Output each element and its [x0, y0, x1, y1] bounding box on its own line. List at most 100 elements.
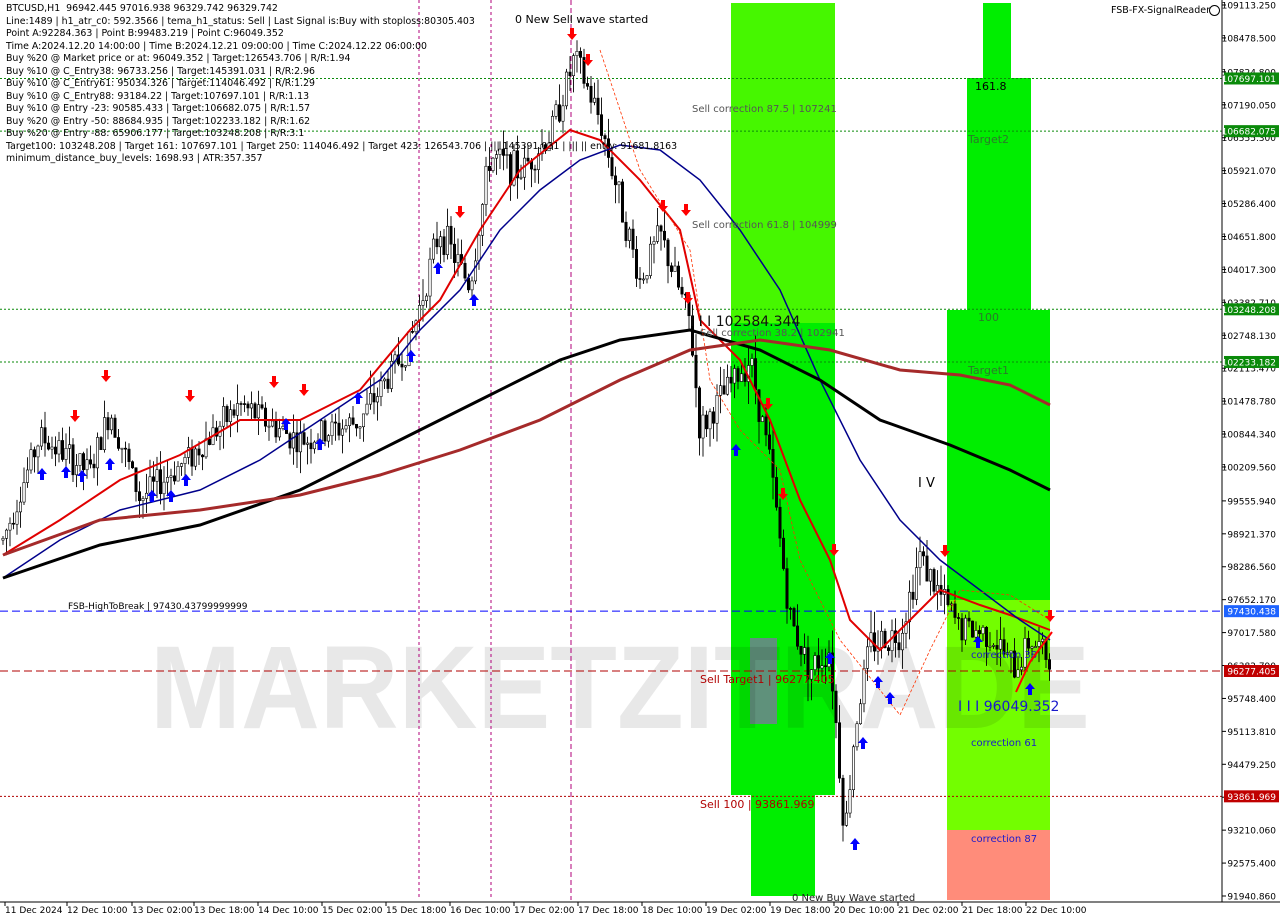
annotation-correction-38: correction 38 — [971, 650, 1037, 661]
candle-body — [253, 403, 257, 419]
candle-body — [43, 427, 47, 444]
sell-zone-upper — [731, 3, 835, 323]
candle-body — [354, 423, 358, 429]
price-tag-label: 103248.208 — [1222, 306, 1277, 316]
candle-body — [781, 537, 785, 569]
candle-body — [988, 645, 992, 648]
candle-body — [834, 690, 838, 724]
candle-body — [337, 422, 341, 436]
candle-body — [201, 454, 205, 458]
candle-body — [743, 373, 747, 382]
candle-body — [715, 395, 719, 424]
candle-body — [750, 358, 754, 366]
candle-body — [820, 665, 824, 669]
candle-body — [78, 453, 82, 466]
candle-body — [141, 498, 145, 501]
candle-body — [456, 254, 460, 263]
candle-body — [676, 265, 680, 288]
candle-body — [673, 265, 677, 272]
annotation-sell-correction-875: Sell correction 87.5 | 107241 — [692, 104, 837, 115]
candle-body — [358, 426, 362, 429]
time-tick-label: 21 Dec 02:00 — [898, 906, 959, 916]
candle-body — [662, 230, 666, 241]
candle-body — [932, 569, 936, 592]
candle-body — [194, 448, 198, 467]
candle-body — [428, 258, 432, 297]
candle-body — [841, 777, 845, 826]
candle-body — [816, 655, 820, 669]
candle-body — [386, 378, 390, 389]
annotation-sell-100: Sell 100 | 93861.969 — [700, 798, 815, 811]
candle-body — [75, 465, 79, 476]
candle-body — [225, 406, 229, 423]
candle-body — [995, 645, 999, 650]
price-tick-label: 105921.070 — [1222, 167, 1277, 177]
candle-body — [176, 466, 180, 482]
time-tick-label: 20 Dec 10:00 — [834, 906, 895, 916]
candle-body — [53, 446, 57, 455]
candle-body — [323, 420, 327, 442]
candle-body — [71, 444, 75, 476]
info-line: Buy %20 @ Entry -50: 88684.935 | Target:… — [6, 115, 311, 127]
candle-body — [785, 568, 789, 609]
candle-body — [351, 417, 355, 425]
candle-body — [403, 365, 407, 368]
candle-body — [669, 265, 673, 272]
price-tick-label: 97017.580 — [1227, 629, 1276, 639]
candle-body — [435, 238, 439, 248]
info-line: BTCUSD,H1 96942.445 97016.938 96329.742 … — [6, 3, 278, 14]
candle-body — [977, 630, 981, 635]
candle-body — [106, 417, 110, 431]
buy-zone-upper — [967, 78, 1031, 310]
candle-body — [774, 477, 778, 508]
price-tag-label: 97430.438 — [1227, 608, 1276, 618]
candle-body — [340, 428, 344, 436]
candle-body — [613, 175, 617, 186]
candle-body — [277, 428, 281, 438]
watermark-layer: MARKETZITRADE — [150, 622, 1090, 754]
candle-body — [925, 555, 929, 582]
candle-body — [739, 373, 743, 382]
candle-body — [533, 168, 537, 171]
candle-body — [921, 551, 925, 557]
candle-body — [12, 522, 16, 525]
candle-body — [473, 260, 477, 282]
candle-body — [298, 432, 302, 453]
candle-body — [410, 331, 414, 333]
candle-body — [799, 645, 803, 655]
candle-body — [347, 417, 351, 426]
candle-body — [400, 363, 404, 368]
candle-body — [36, 445, 40, 458]
price-tick-label: 98286.560 — [1227, 563, 1276, 573]
candle-body — [900, 632, 904, 651]
time-tick-label: 13 Dec 18:00 — [194, 906, 255, 916]
price-tick-label: 93210.060 — [1227, 827, 1276, 837]
price-tag-label: 102233.182 — [1222, 358, 1276, 368]
candle-body — [368, 393, 372, 405]
price-tick-label: 102748.130 — [1222, 332, 1277, 342]
candle-body — [124, 447, 128, 450]
candle-body — [183, 457, 187, 464]
time-tick-label: 14 Dec 10:00 — [258, 906, 319, 916]
candle-body — [365, 403, 369, 415]
candle-body — [956, 617, 960, 619]
candle-body — [29, 449, 33, 471]
candle-body — [928, 569, 932, 582]
candle-body — [50, 446, 54, 450]
candle-body — [911, 591, 915, 600]
candle-body — [1030, 646, 1034, 649]
candle-body — [1019, 666, 1023, 671]
candle-body — [680, 286, 684, 295]
info-panel: BTCUSD,H1 96942.445 97016.938 96329.742 … — [6, 3, 677, 166]
candle-body — [270, 420, 274, 427]
candle-body — [326, 435, 330, 442]
candle-body — [638, 278, 642, 280]
price-tick-label: 95113.810 — [1227, 728, 1276, 738]
candle-body — [379, 380, 383, 397]
info-line: Buy %10 @ C_Entry88: 93184.22 | Target:1… — [6, 90, 310, 102]
candle-body — [263, 407, 267, 427]
indicator-icon[interactable] — [1209, 5, 1220, 16]
candle-body — [96, 437, 100, 469]
candle-body — [480, 204, 484, 236]
candle-body — [879, 630, 883, 648]
